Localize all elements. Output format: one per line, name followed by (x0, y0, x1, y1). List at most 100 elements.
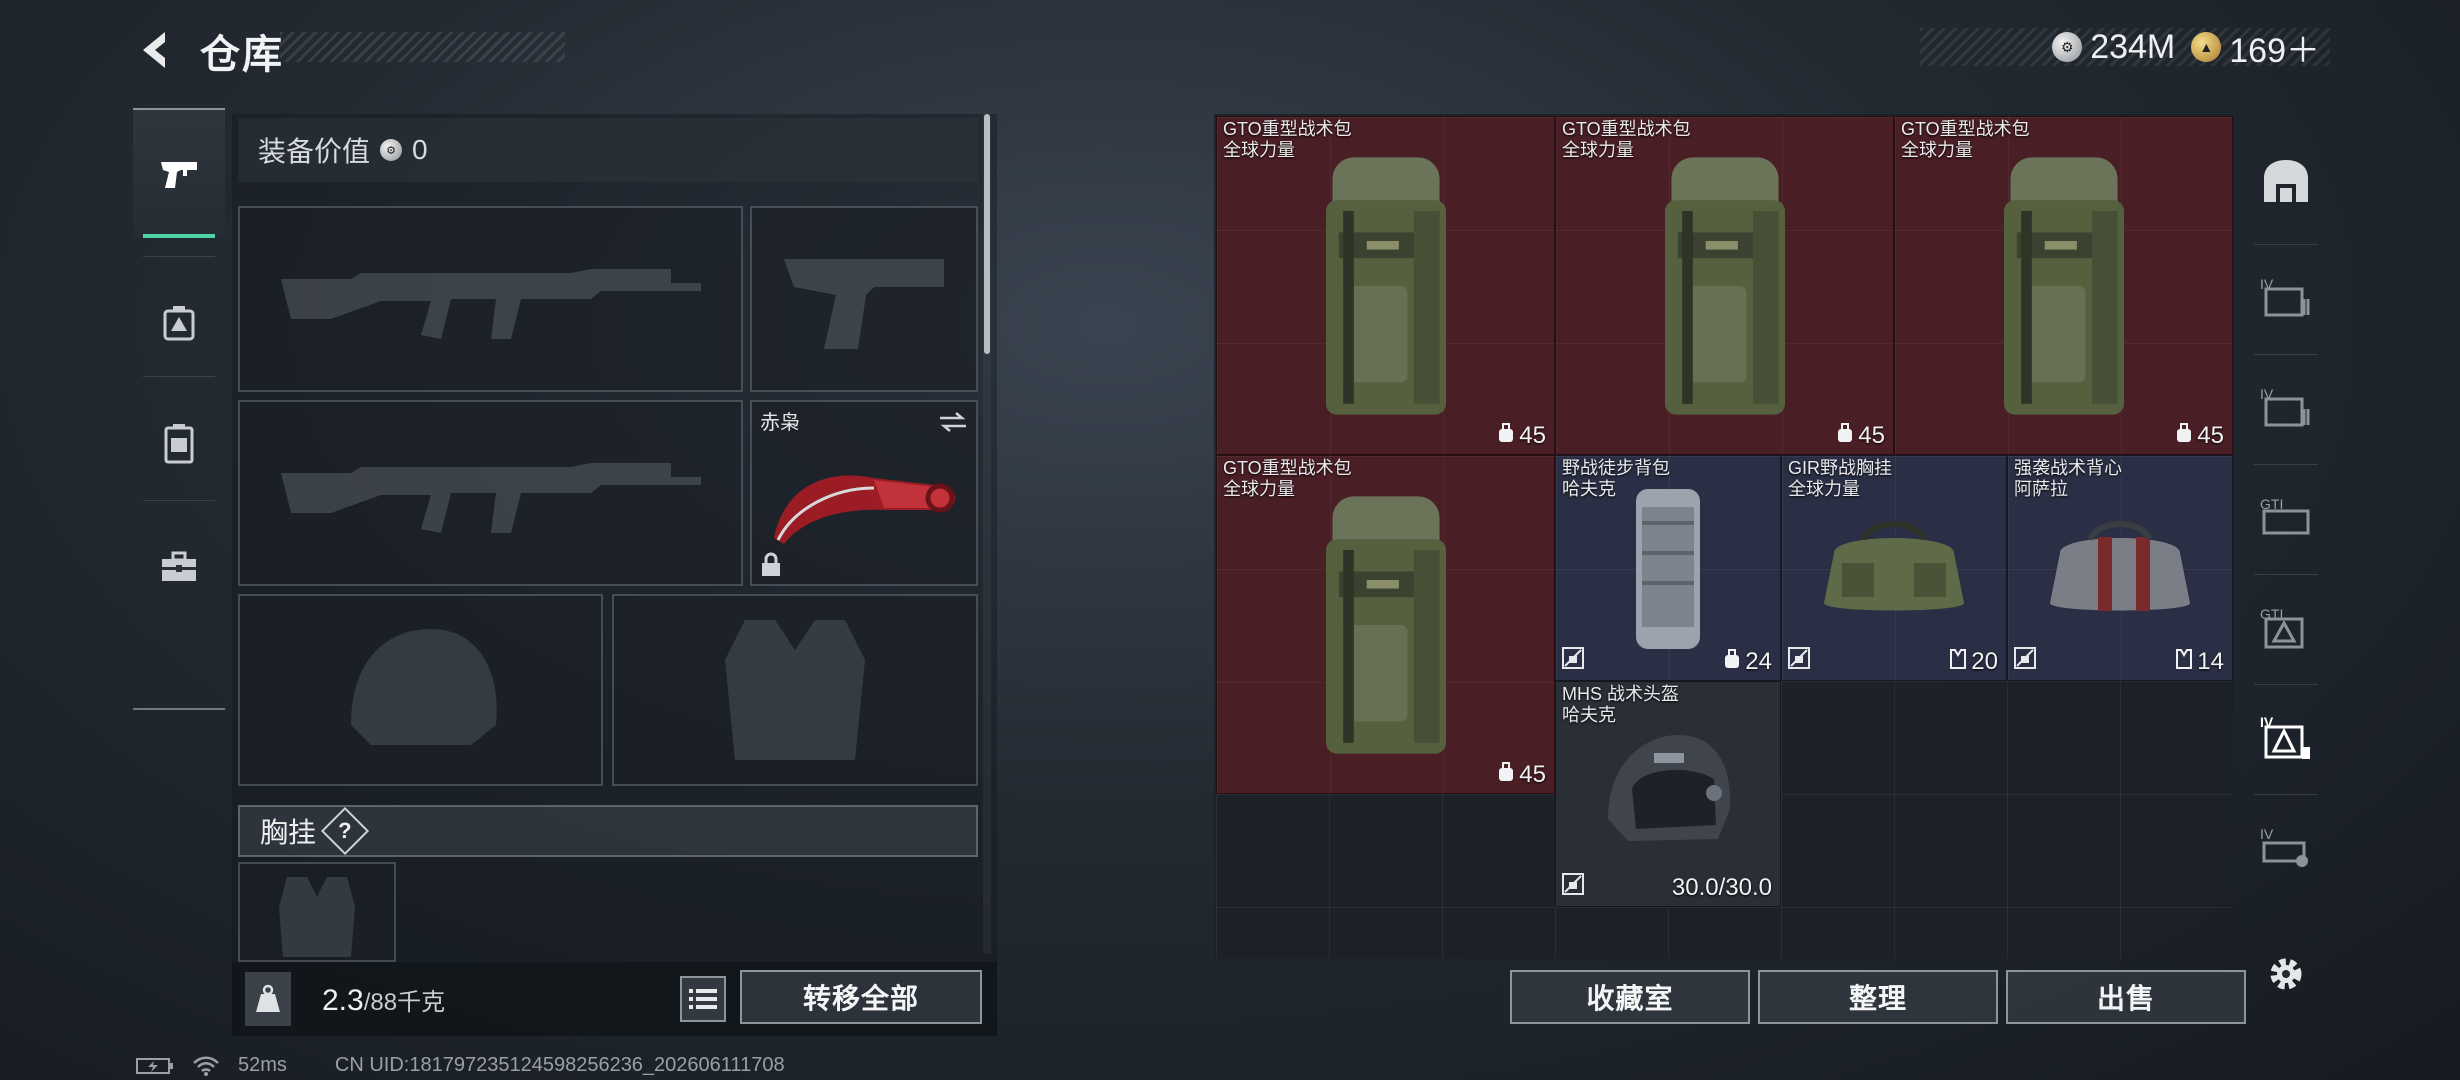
item-count-value: 45 (1858, 422, 1885, 449)
rail-item-weapons[interactable] (133, 108, 225, 238)
rail-tab-storage-gti-1[interactable]: GTI (2246, 462, 2326, 572)
item-label: MHS 战术头盔 哈夫克 (1562, 684, 1679, 726)
category-rail (133, 108, 225, 710)
list-icon (689, 989, 717, 1009)
helmet-silhouette-icon (350, 629, 497, 745)
item-brand: 哈夫克 (1562, 705, 1616, 725)
status-bar: 52ms CN UID:18179723512459825623​6_20260… (136, 1054, 785, 1077)
storage-item[interactable]: GTO重型战术包 全球力量 45 (1894, 116, 2233, 455)
chest-rig-label: 胸挂 (260, 817, 317, 848)
capacity-icon (1497, 761, 1515, 789)
equipment-value-row: 装备价值 ⚙ 0 (238, 118, 978, 182)
secondary-weapon-slot[interactable] (238, 400, 743, 586)
title-decoration (280, 32, 565, 62)
item-name: 强袭战术背心 (2014, 458, 2122, 478)
weight-capacity: /88千克 (363, 989, 446, 1016)
chest-rig-slot[interactable] (238, 862, 396, 962)
silver-amount: 234M (2090, 27, 2176, 66)
weight-readout: 2.3/88千克 (322, 982, 445, 1018)
storage-item[interactable]: MHS 战术头盔 哈夫克 30.0/30.0 (1555, 681, 1781, 907)
storage-item[interactable]: GTO重型战术包 全球力量 45 (1216, 116, 1555, 455)
item-brand: 全球力量 (1901, 140, 1973, 160)
helmet-slot[interactable] (238, 594, 603, 786)
storage-iv-icon: IV (2260, 386, 2310, 427)
item-name: GTO重型战术包 (1901, 119, 2030, 139)
storage-item[interactable]: 强袭战术背心 阿萨拉 14 (2007, 455, 2233, 681)
item-brand: 阿萨拉 (2014, 479, 2068, 499)
item-name: GTO重型战术包 (1223, 458, 1352, 478)
item-label: 野战徒步背包 哈夫克 (1562, 458, 1670, 500)
wifi-icon (193, 1056, 219, 1076)
hangar-icon (2264, 160, 2308, 202)
rail-item-tools[interactable] (133, 502, 225, 632)
rail-item-backpack[interactable] (133, 378, 225, 508)
storage-item[interactable]: GTO重型战术包 全球力量 45 (1216, 455, 1555, 794)
rail-tab-storage-iv-2[interactable]: IV (2246, 352, 2326, 462)
back-arrow-icon (143, 32, 165, 68)
item-count-value: 45 (2197, 422, 2224, 449)
primary-weapon-slot[interactable] (238, 206, 743, 392)
pistol-icon (161, 162, 197, 188)
list-view-button[interactable] (680, 976, 726, 1022)
capacity-icon (1836, 422, 1854, 450)
body-armor-slot[interactable] (612, 594, 978, 786)
not-tradeable-icon (1788, 647, 1810, 674)
not-tradeable-icon (2014, 647, 2036, 674)
item-count: 20 (1949, 648, 1998, 676)
battery-icon (136, 1057, 173, 1074)
item-name: 野战徒步背包 (1562, 458, 1670, 478)
capacity-icon (2175, 422, 2193, 450)
item-count-value: 45 (1519, 422, 1546, 449)
page-title: 仓库 (200, 33, 284, 77)
back-button[interactable] (132, 26, 180, 74)
gold-currency[interactable]: ▲ 169＋ (2191, 23, 2320, 72)
gold-coin-icon: ▲ (2191, 32, 2222, 62)
organize-button[interactable]: 整理 (1758, 970, 1998, 1024)
storage-tabs-rail: IV IV GTI GTI IV IV (2246, 114, 2326, 914)
weight-button[interactable] (245, 972, 291, 1026)
currency-bar: ⚙ 234M ▲ 169＋ (1920, 28, 2330, 70)
melee-slot[interactable]: 赤枭 (750, 400, 978, 586)
storage-item[interactable]: GTO重型战术包 全球力量 45 (1555, 116, 1894, 455)
storage-item[interactable]: GIR野战胸挂 全球力量 20 (1781, 455, 2007, 681)
item-count-value: 20 (1971, 648, 1998, 675)
backpack-icon (164, 424, 194, 464)
rail-tab-storage-iv-1[interactable]: IV (2246, 242, 2326, 352)
storage-iv-icon: IV (2260, 826, 2308, 867)
storage-gti-icon: GTI (2260, 606, 2304, 649)
item-image (1895, 117, 2232, 454)
item-brand: 全球力量 (1223, 140, 1295, 160)
item-name: GTO重型战术包 (1562, 119, 1691, 139)
chest-rig-header: 胸挂 ? (238, 805, 978, 857)
rail-item-medical[interactable] (133, 258, 225, 388)
item-image (1556, 117, 1893, 454)
transfer-all-button[interactable]: 转移全部 (740, 970, 982, 1024)
silver-currency[interactable]: ⚙ 234M (2052, 28, 2175, 67)
sell-button[interactable]: 出售 (2006, 970, 2246, 1024)
item-brand: 全球力量 (1562, 140, 1634, 160)
item-label: GIR野战胸挂 全球力量 (1788, 458, 1892, 500)
equipment-value-label: 装备价值 (258, 136, 371, 167)
sidearm-slot[interactable] (750, 206, 978, 392)
rail-tab-home[interactable] (2246, 126, 2326, 236)
item-count: 45 (1497, 761, 1546, 789)
vest-silhouette-icon (725, 620, 865, 760)
weight-kg-icon (256, 984, 280, 1012)
item-name: GTO重型战术包 (1223, 119, 1352, 139)
settings-button[interactable] (2262, 950, 2310, 998)
help-button[interactable]: ? (320, 806, 370, 856)
silver-coin-icon: ⚙ (2052, 32, 2083, 62)
karambit-knife-icon (774, 475, 956, 544)
storage-iv-icon: IV (2260, 276, 2310, 317)
rail-tab-storage-iv-3[interactable]: IV (2246, 792, 2326, 902)
rail-tab-storage-iv-active[interactable]: IV (2246, 682, 2326, 792)
equipment-scroll-thumb[interactable] (984, 114, 990, 354)
item-label: 强袭战术背心 阿萨拉 (2014, 458, 2122, 500)
item-count: 24 (1723, 648, 1772, 676)
svg-text:IV: IV (2260, 826, 2274, 842)
capacity-icon (1949, 648, 1967, 676)
collection-room-button[interactable]: 收藏室 (1510, 970, 1750, 1024)
rail-tab-storage-gti-2[interactable]: GTI (2246, 572, 2326, 682)
storage-item[interactable]: 野战徒步背包 哈夫克 24 (1555, 455, 1781, 681)
item-count-value: 30.0/30.0 (1671, 874, 1772, 901)
